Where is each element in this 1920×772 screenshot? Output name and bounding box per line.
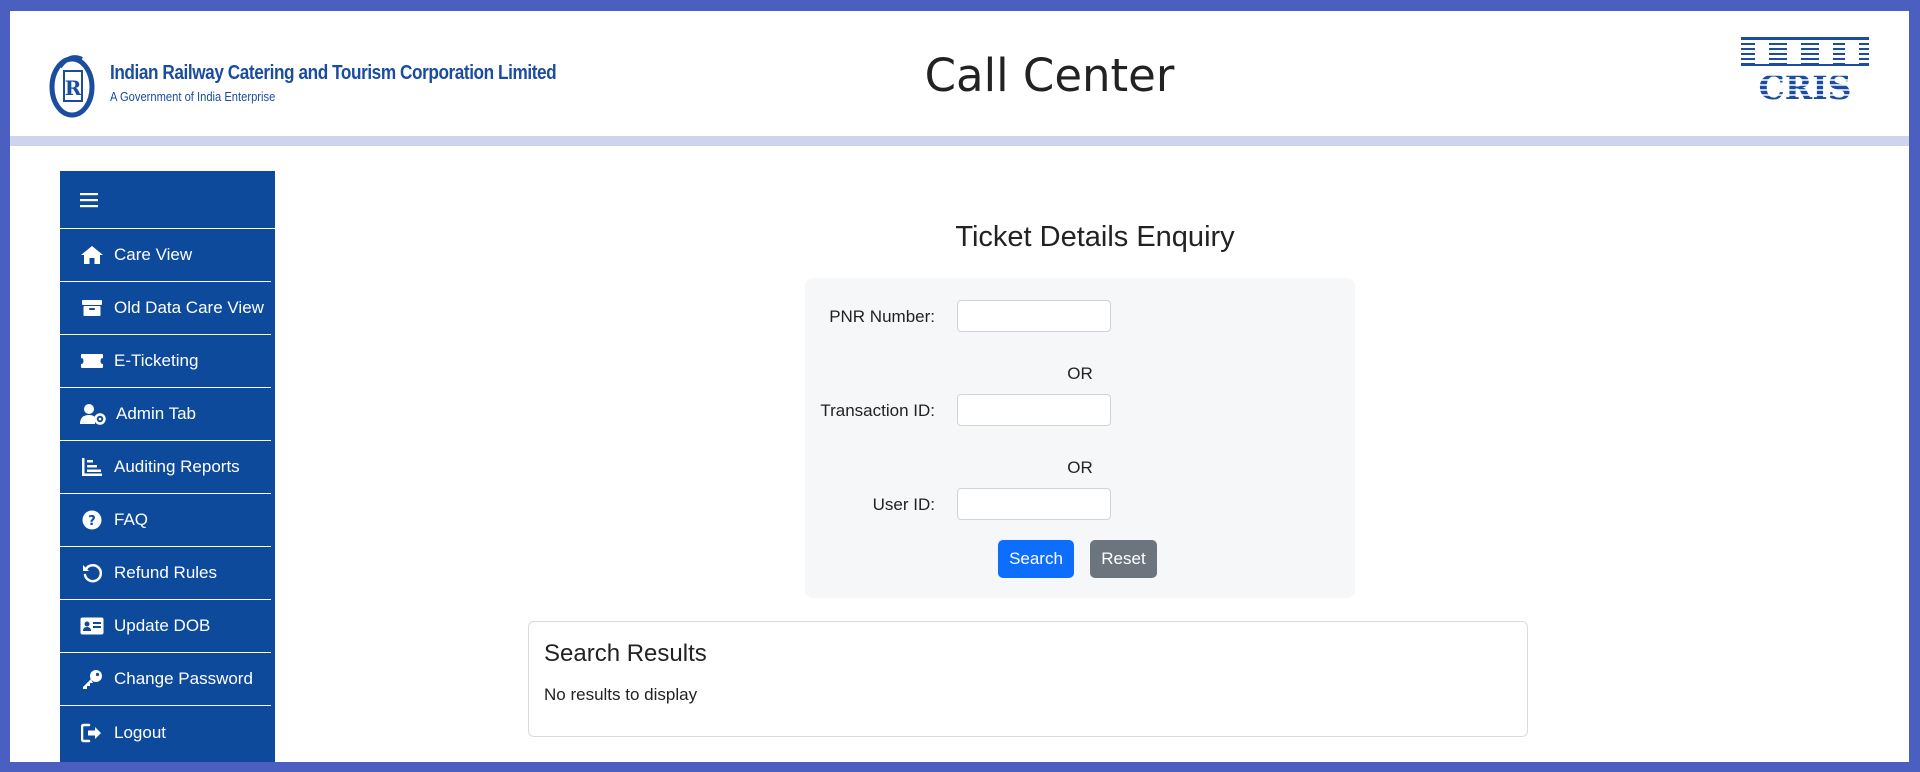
sidebar-item-label: Change Password (114, 669, 253, 688)
search-results-panel: Search Results No results to display (528, 621, 1528, 737)
sidebar-item-logout[interactable]: Logout (60, 706, 271, 759)
results-empty-message: No results to display (544, 685, 698, 704)
page-header: R Indian Railway Catering and Tourism Co… (10, 11, 1909, 136)
sidebar-item-label: Care View (114, 245, 193, 264)
archive-icon (80, 297, 104, 319)
sidebar-item-update-dob[interactable]: Update DOB (60, 600, 271, 653)
transaction-id-input[interactable] (957, 394, 1111, 426)
sidebar-item-change-password[interactable]: Change Password (60, 653, 271, 706)
user-id-label: User ID: (872, 495, 935, 514)
pnr-row: PNR Number: (805, 300, 1355, 332)
sidebar: Care View Old Data Care View E-Ticketing… (60, 171, 275, 762)
sidebar-item-e-ticketing[interactable]: E-Ticketing (60, 335, 271, 388)
user-cog-icon (80, 403, 106, 425)
sidebar-item-admin-tab[interactable]: Admin Tab (60, 388, 271, 441)
cris-logo-text: CRIS (1759, 68, 1852, 105)
sidebar-toggle-button[interactable] (60, 171, 275, 229)
ticket-icon (80, 350, 104, 372)
sidebar-item-auditing-reports[interactable]: Auditing Reports (60, 441, 271, 494)
or-separator: OR (1067, 364, 1093, 383)
header-divider (10, 136, 1909, 146)
pnr-label: PNR Number: (829, 307, 935, 326)
transaction-id-label: Transaction ID: (820, 401, 935, 420)
enquiry-title: Ticket Details Enquiry (955, 221, 1235, 253)
sidebar-item-label: Admin Tab (116, 404, 197, 423)
sidebar-item-label: E-Ticketing (114, 351, 199, 370)
bar-chart-icon (80, 456, 104, 478)
user-id-row: User ID: (805, 488, 1355, 520)
undo-icon (80, 562, 104, 584)
sign-out-icon (80, 722, 104, 744)
sidebar-item-faq[interactable]: ? FAQ (60, 494, 271, 547)
sidebar-item-label: Logout (114, 722, 166, 742)
sidebar-item-label: Auditing Reports (114, 457, 240, 476)
reset-button[interactable]: Reset (1090, 540, 1157, 578)
results-title: Search Results (544, 640, 707, 667)
pnr-input[interactable] (957, 300, 1111, 332)
page-title: Call Center (924, 49, 1175, 102)
svg-text:?: ? (88, 514, 96, 529)
cris-logo: CRIS (1737, 33, 1873, 110)
user-id-input[interactable] (957, 488, 1111, 520)
home-icon (80, 244, 104, 266)
app-frame: R Indian Railway Catering and Tourism Co… (10, 11, 1909, 762)
sidebar-item-label: Refund Rules (114, 563, 218, 582)
question-circle-icon: ? (80, 509, 104, 531)
sidebar-item-label: Old Data Care View (114, 298, 264, 317)
search-button[interactable]: Search (998, 540, 1074, 578)
transaction-row: Transaction ID: (805, 394, 1355, 426)
or-separator: OR (1067, 458, 1093, 477)
hamburger-icon (80, 192, 98, 207)
key-icon (80, 668, 104, 690)
sidebar-item-refund-rules[interactable]: Refund Rules (60, 547, 271, 600)
sidebar-item-old-data-care-view[interactable]: Old Data Care View (60, 282, 271, 335)
sidebar-item-care-view[interactable]: Care View (60, 229, 271, 282)
enquiry-form: PNR Number: OR Transaction ID: OR User I… (805, 278, 1355, 598)
sidebar-item-label: FAQ (114, 510, 149, 529)
sidebar-item-label: Update DOB (114, 616, 211, 635)
id-card-icon (80, 615, 104, 637)
